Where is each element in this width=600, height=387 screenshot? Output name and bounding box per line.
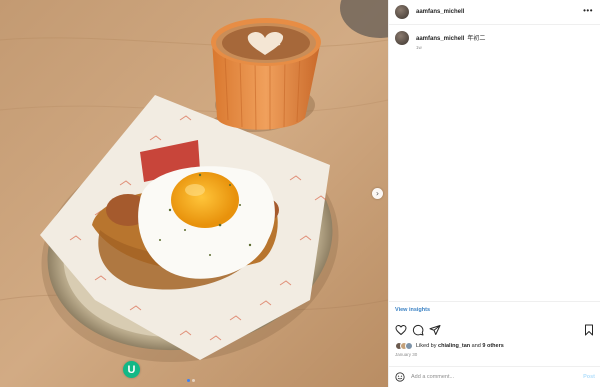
- carousel-dot-1: [187, 379, 190, 382]
- liked-prefix: Liked by: [416, 343, 437, 349]
- caption-avatar[interactable]: [395, 31, 409, 45]
- comment-bar: Post: [389, 366, 600, 387]
- post-header: aamfans_michell •••: [389, 0, 600, 25]
- post-sidebar: aamfans_michell ••• aamfans_michell 年初二 1…: [388, 0, 600, 387]
- liked-others[interactable]: 9 others: [482, 343, 503, 349]
- carousel-indicator: [187, 379, 195, 382]
- caption-username[interactable]: aamfans_michell: [416, 36, 464, 42]
- liked-user[interactable]: chialing_tan: [438, 343, 470, 349]
- more-options-icon[interactable]: •••: [583, 6, 593, 15]
- next-photo-button[interactable]: ›: [372, 188, 383, 199]
- emoji-icon[interactable]: [395, 372, 405, 382]
- caption-time[interactable]: 1w: [416, 45, 485, 50]
- caption-text: 年初二: [467, 36, 486, 42]
- author-username[interactable]: aamfans_michell: [416, 9, 464, 15]
- comment-input[interactable]: [411, 374, 521, 380]
- author-avatar[interactable]: [395, 5, 409, 19]
- heart-icon[interactable]: [395, 324, 407, 336]
- u-app-badge-icon[interactable]: U: [123, 361, 140, 378]
- carousel-dot-2: [192, 379, 195, 382]
- post-date[interactable]: January 30: [395, 352, 417, 357]
- food-photo-image: [0, 0, 388, 387]
- liked-and: and: [471, 343, 481, 349]
- action-bar: [395, 324, 595, 336]
- bookmark-icon[interactable]: [583, 324, 595, 336]
- post-comment-button[interactable]: Post: [583, 374, 595, 380]
- post-caption: aamfans_michell 年初二 1w: [395, 31, 485, 50]
- post-photo[interactable]: ›: [0, 0, 388, 387]
- comment-icon[interactable]: [412, 324, 424, 336]
- share-icon[interactable]: [429, 324, 441, 336]
- view-insights-link[interactable]: View insights: [389, 301, 600, 317]
- likes-summary: Liked by chialing_tan and 9 others: [395, 342, 504, 350]
- liker-avatar[interactable]: [405, 342, 413, 350]
